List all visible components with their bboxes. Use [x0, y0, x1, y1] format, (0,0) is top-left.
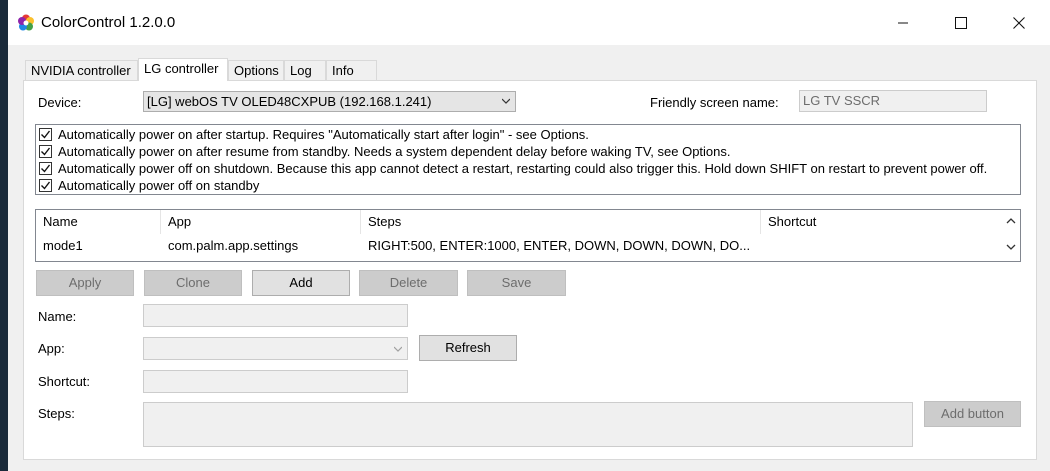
steps-area[interactable] — [143, 402, 913, 447]
minimize-icon — [898, 22, 908, 23]
name-label: Name: — [38, 309, 77, 324]
add-step-button[interactable]: Add button — [924, 401, 1021, 427]
maximize-icon — [955, 16, 967, 29]
close-button[interactable] — [990, 0, 1048, 45]
device-select-value: [LG] webOS TV OLED48CXPUB (192.168.1.241… — [147, 94, 432, 109]
option-label: Automatically power on after startup. Re… — [58, 127, 589, 142]
checkbox[interactable] — [39, 162, 52, 175]
checkbox[interactable] — [39, 145, 52, 158]
chevron-down-icon — [394, 346, 402, 352]
cell-name: mode1 — [43, 238, 83, 253]
chevron-down-icon[interactable] — [1006, 243, 1016, 251]
color-wheel-icon — [18, 14, 34, 31]
lg-controller-panel: Device: [LG] webOS TV OLED48CXPUB (192.1… — [23, 80, 1037, 460]
save-button[interactable]: Save — [467, 270, 566, 296]
checkmark-icon — [41, 181, 51, 190]
shortcut-label: Shortcut: — [38, 374, 91, 389]
close-icon — [1013, 16, 1025, 29]
maximize-button[interactable] — [932, 0, 990, 45]
shortcut-field[interactable] — [143, 370, 408, 393]
friendly-name-field[interactable]: LG TV SSCR — [799, 90, 987, 112]
cell-steps: RIGHT:500, ENTER:1000, ENTER, DOWN, DOWN… — [368, 238, 751, 253]
clone-button[interactable]: Clone — [144, 270, 242, 296]
tab-lg-controller[interactable]: LG controller — [138, 58, 228, 81]
column-header-steps[interactable]: Steps — [361, 210, 761, 234]
name-field[interactable] — [143, 304, 408, 327]
checkmark-icon — [41, 164, 51, 173]
option-power-on-resume[interactable]: Automatically power on after resume from… — [39, 143, 731, 160]
column-header-shortcut[interactable]: Shortcut — [761, 210, 1004, 234]
add-button[interactable]: Add — [252, 270, 350, 296]
minimize-button[interactable] — [874, 0, 932, 45]
friendly-name-label: Friendly screen name: — [650, 95, 779, 110]
device-select[interactable]: [LG] webOS TV OLED48CXPUB (192.168.1.241… — [143, 91, 516, 112]
option-power-off-standby[interactable]: Automatically power off on standby — [39, 177, 259, 194]
power-options-list: Automatically power on after startup. Re… — [35, 124, 1021, 195]
cell-app: com.palm.app.settings — [168, 238, 299, 253]
table-scrollbar[interactable] — [1002, 210, 1020, 261]
cell-shortcut — [761, 235, 1004, 257]
option-power-off-shutdown[interactable]: Automatically power off on shutdown. Bec… — [39, 160, 987, 177]
presets-table: Name App Steps Shortcut mode1 com.palm.a… — [35, 209, 1021, 262]
checkmark-icon — [41, 147, 51, 156]
window-title: ColorControl 1.2.0.0 — [41, 14, 176, 31]
option-power-on-startup[interactable]: Automatically power on after startup. Re… — [39, 126, 589, 143]
option-label: Automatically power off on standby — [58, 178, 260, 193]
column-header-name[interactable]: Name — [36, 210, 161, 234]
apply-button[interactable]: Apply — [36, 270, 134, 296]
device-label: Device: — [38, 95, 82, 110]
column-header-app[interactable]: App — [161, 210, 361, 234]
chevron-down-icon — [502, 98, 510, 104]
tab-options[interactable]: Options — [228, 60, 284, 80]
option-label: Automatically power off on shutdown. Bec… — [58, 161, 988, 176]
tab-log[interactable]: Log — [284, 60, 326, 80]
app-label: App: — [38, 341, 65, 356]
app-select[interactable] — [143, 337, 408, 360]
app-window: ColorControl 1.2.0.0 NVIDIA controller L… — [8, 0, 1050, 471]
checkbox[interactable] — [39, 128, 52, 141]
tab-info[interactable]: Info — [326, 60, 377, 80]
tab-nvidia-controller[interactable]: NVIDIA controller — [25, 60, 138, 80]
chevron-up-icon[interactable] — [1006, 217, 1016, 225]
option-label: Automatically power on after resume from… — [58, 144, 731, 159]
delete-button[interactable]: Delete — [359, 270, 458, 296]
checkmark-icon — [41, 130, 51, 139]
checkbox[interactable] — [39, 179, 52, 192]
steps-label: Steps: — [38, 406, 75, 421]
title-bar: ColorControl 1.2.0.0 — [8, 0, 1050, 45]
refresh-button[interactable]: Refresh — [419, 335, 517, 361]
